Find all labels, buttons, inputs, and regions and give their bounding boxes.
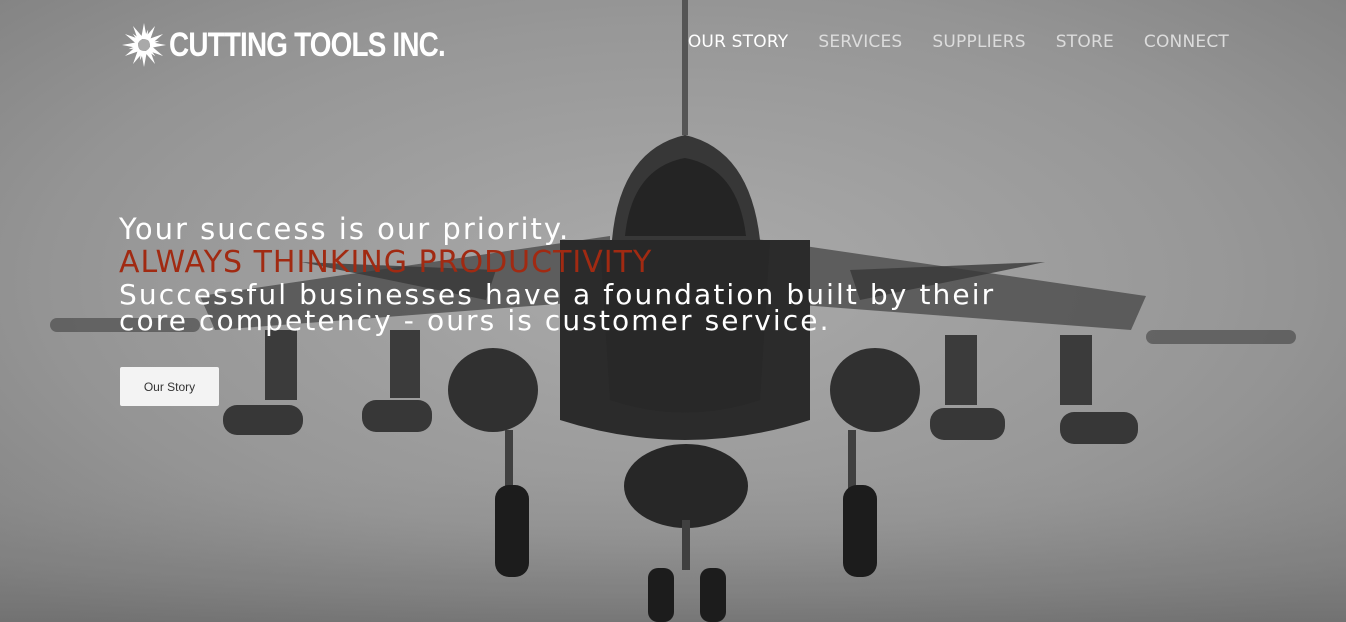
- hero-description: Successful businesses have a foundation …: [119, 278, 996, 337]
- nav-item-store[interactable]: STORE: [1056, 31, 1114, 53]
- nav-item-connect[interactable]: CONNECT: [1144, 31, 1229, 53]
- starburst-logo-icon: [122, 23, 166, 67]
- hero-copy: Your success is our priority. ALWAYS THI…: [119, 212, 1039, 335]
- site-header: CUTTING TOOLS INC. OUR STORY SERVICES SU…: [0, 0, 1346, 90]
- our-story-button[interactable]: Our Story: [120, 367, 219, 406]
- brand-name: CUTTING TOOLS INC.: [169, 26, 446, 64]
- nav-item-our-story[interactable]: OUR STORY: [688, 31, 789, 53]
- nav-item-suppliers[interactable]: SUPPLIERS: [932, 31, 1025, 53]
- hero-headline: ALWAYS THINKING PRODUCTIVITY: [119, 245, 653, 280]
- main-nav: OUR STORY SERVICES SUPPLIERS STORE CONNE…: [688, 31, 1229, 53]
- logo-link[interactable]: CUTTING TOOLS INC.: [121, 22, 505, 68]
- nav-item-services[interactable]: SERVICES: [818, 31, 902, 53]
- hero-section: CUTTING TOOLS INC. OUR STORY SERVICES SU…: [0, 0, 1346, 622]
- hero-tagline: Your success is our priority.: [119, 212, 571, 246]
